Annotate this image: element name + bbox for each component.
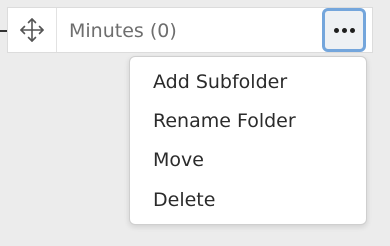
move-arrows-icon: [20, 18, 44, 42]
more-horizontal-icon: [333, 27, 355, 33]
drag-handle[interactable]: [8, 8, 57, 52]
folder-tree-area: Minutes (0) Add Subfolder Rename Folder …: [0, 0, 390, 246]
tree-connector-line: [0, 30, 7, 32]
dot: [349, 27, 355, 33]
menu-item-delete[interactable]: Delete: [153, 182, 215, 218]
folder-actions-menu: Add Subfolder Rename Folder Move Delete: [129, 56, 367, 225]
menu-item-move[interactable]: Move: [153, 142, 204, 178]
menu-item-add-subfolder[interactable]: Add Subfolder: [153, 64, 287, 100]
folder-name: Minutes (0): [69, 20, 177, 42]
folder-actions-button[interactable]: [322, 8, 366, 52]
dot: [333, 27, 339, 33]
menu-item-rename-folder[interactable]: Rename Folder: [153, 103, 296, 139]
dot: [341, 27, 347, 33]
folder-row: Minutes (0): [7, 7, 373, 53]
